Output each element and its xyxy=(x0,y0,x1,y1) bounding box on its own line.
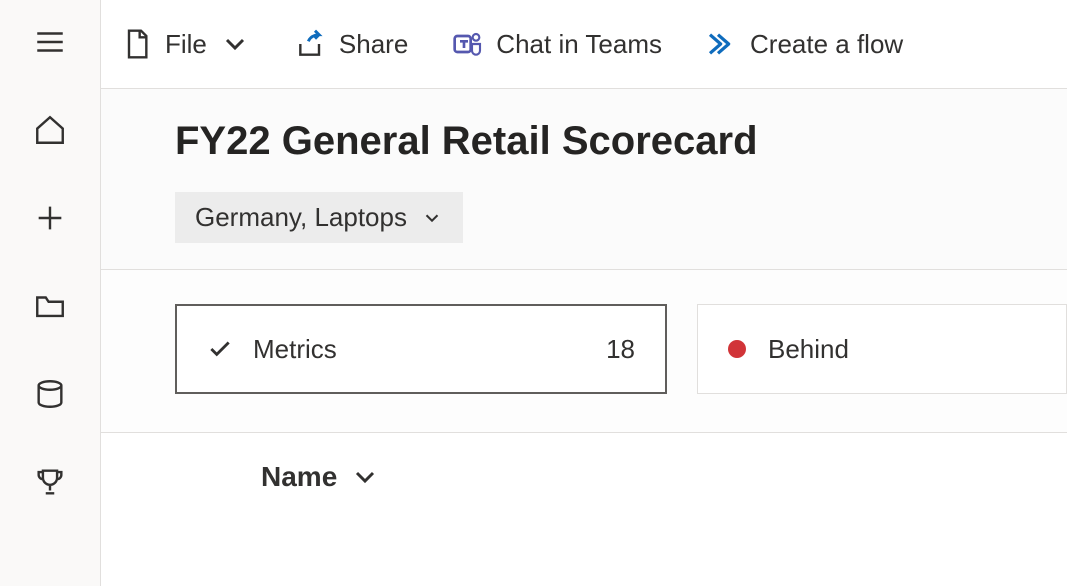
behind-card[interactable]: Behind xyxy=(697,304,1067,394)
chat-teams-button[interactable]: Chat in Teams xyxy=(452,28,662,60)
share-label: Share xyxy=(339,29,408,60)
chevron-down-icon xyxy=(421,207,443,229)
checkmark-icon xyxy=(207,336,233,362)
file-menu-label: File xyxy=(165,29,207,60)
metrics-card-count: 18 xyxy=(606,334,635,365)
share-button[interactable]: Share xyxy=(295,28,408,60)
create-flow-button[interactable]: Create a flow xyxy=(706,28,903,60)
metrics-card[interactable]: Metrics 18 xyxy=(175,304,667,394)
flow-icon xyxy=(706,28,738,60)
teams-icon xyxy=(452,28,484,60)
page-header: FY22 General Retail Scorecard Germany, L… xyxy=(101,88,1067,269)
chevron-down-icon xyxy=(349,461,381,493)
file-icon xyxy=(121,28,153,60)
status-dot-red-icon xyxy=(728,340,746,358)
trophy-icon[interactable] xyxy=(28,460,72,504)
share-icon xyxy=(295,28,327,60)
left-nav-rail xyxy=(0,0,100,586)
metrics-card-label: Metrics xyxy=(253,334,337,365)
column-header-name[interactable]: Name xyxy=(261,461,381,493)
behind-card-label: Behind xyxy=(768,334,849,365)
chat-teams-label: Chat in Teams xyxy=(496,29,662,60)
chevron-down-icon xyxy=(219,28,251,60)
command-bar: File Share Chat in Teams Create a flow xyxy=(101,0,1067,88)
table-header-row: Name xyxy=(101,432,1067,493)
file-menu-button[interactable]: File xyxy=(121,28,251,60)
database-icon[interactable] xyxy=(28,372,72,416)
summary-cards-row: Metrics 18 Behind xyxy=(101,269,1067,432)
folder-icon[interactable] xyxy=(28,284,72,328)
main-content-area: File Share Chat in Teams Create a flow F xyxy=(100,0,1067,586)
column-header-name-label: Name xyxy=(261,461,337,493)
plus-icon[interactable] xyxy=(28,196,72,240)
page-title: FY22 General Retail Scorecard xyxy=(175,119,1067,164)
create-flow-label: Create a flow xyxy=(750,29,903,60)
hamburger-menu-button[interactable] xyxy=(28,20,72,64)
home-icon[interactable] xyxy=(28,108,72,152)
filter-dropdown[interactable]: Germany, Laptops xyxy=(175,192,463,243)
filter-label: Germany, Laptops xyxy=(195,202,407,233)
